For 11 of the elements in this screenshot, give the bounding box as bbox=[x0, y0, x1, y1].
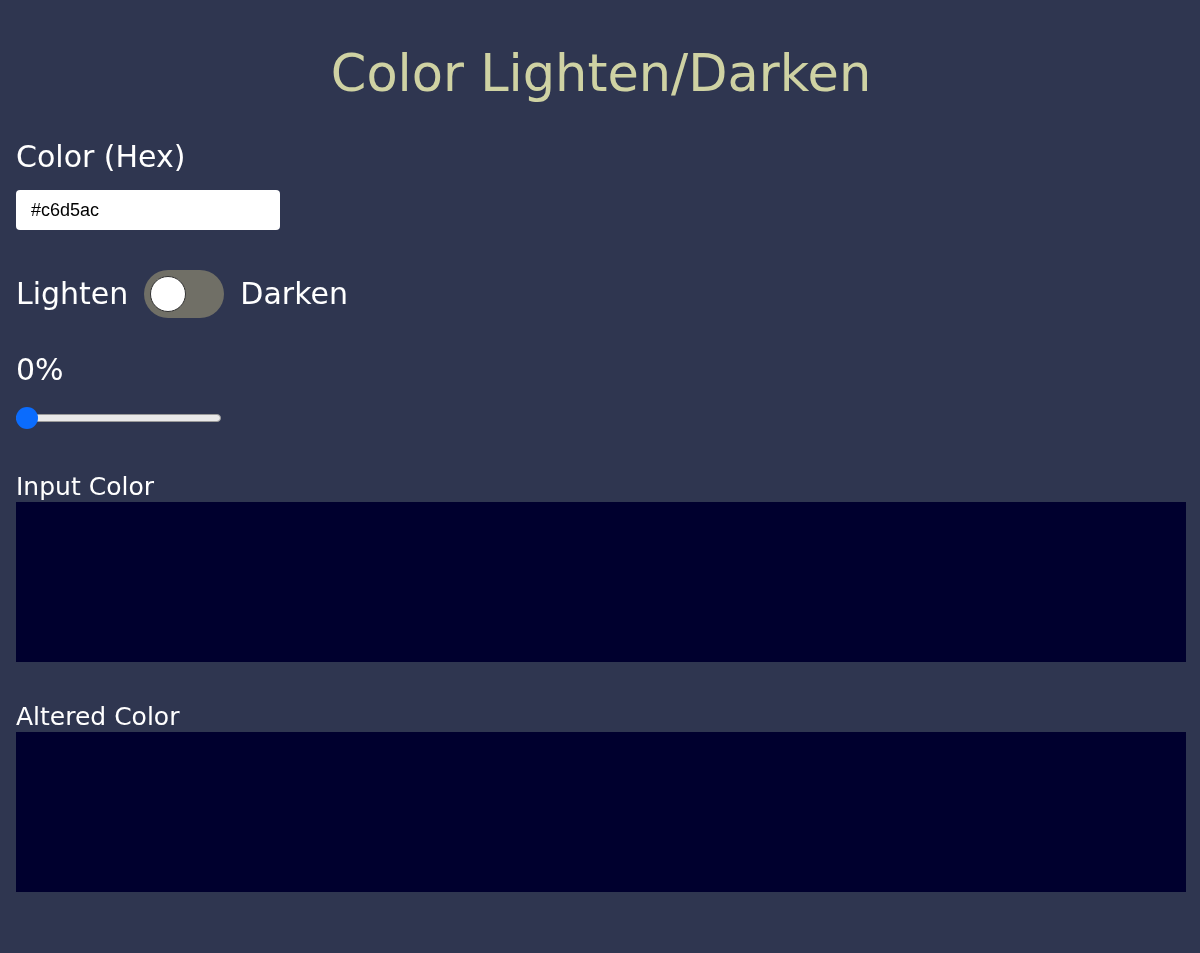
lighten-label: Lighten bbox=[16, 275, 129, 313]
darken-label: Darken bbox=[240, 275, 348, 313]
toggle-switch[interactable] bbox=[144, 270, 225, 318]
page-title: Color Lighten/Darken bbox=[330, 44, 872, 104]
slider-thumb[interactable] bbox=[16, 407, 38, 429]
hex-input-field[interactable]: #c6d5ac bbox=[16, 190, 280, 230]
swatch-label: Input Color bbox=[16, 472, 154, 502]
swatch-label: Altered Color bbox=[16, 702, 180, 732]
slider-track[interactable] bbox=[16, 407, 221, 429]
field-label: Color (Hex) bbox=[16, 138, 186, 176]
percent-reading: 0% bbox=[16, 351, 64, 389]
